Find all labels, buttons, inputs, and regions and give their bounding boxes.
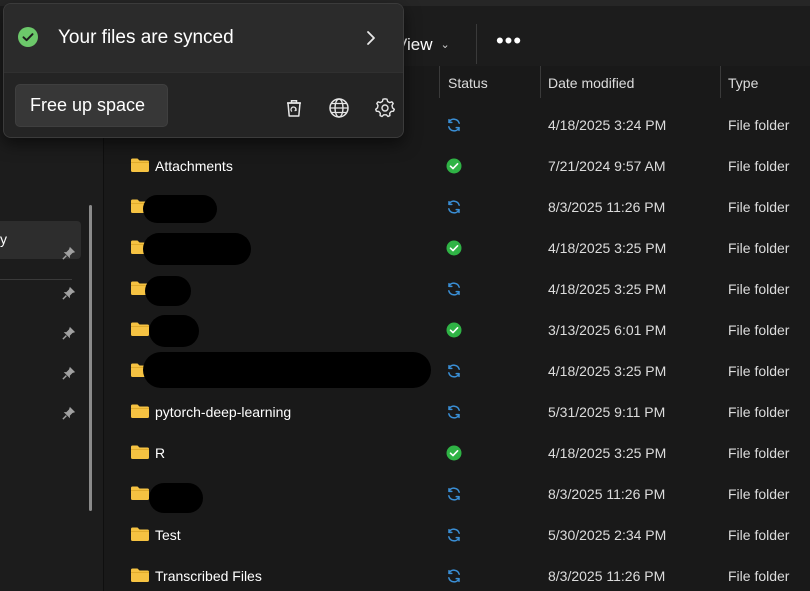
navigation-pane: y	[0, 66, 104, 591]
table-row[interactable]: 3/13/2025 6:01 PM File folder	[105, 309, 810, 350]
file-type: File folder	[728, 445, 790, 461]
file-type: File folder	[728, 117, 790, 133]
file-list: Status Date modified Type 4/18/2025 3:24…	[105, 66, 810, 591]
sync-pending-icon	[446, 527, 462, 543]
toolbar-separator	[476, 24, 477, 64]
file-type: File folder	[728, 199, 790, 215]
synced-check-icon	[446, 445, 462, 461]
date-modified: 4/18/2025 3:24 PM	[548, 117, 667, 133]
redaction-mark	[149, 483, 203, 513]
chevron-right-icon[interactable]	[362, 28, 380, 48]
more-options-button[interactable]: •••	[494, 30, 524, 58]
date-modified: 8/3/2025 11:26 PM	[548, 199, 666, 215]
file-type: File folder	[728, 363, 790, 379]
sync-pending-icon	[446, 363, 462, 379]
sync-pending-icon	[446, 568, 462, 584]
date-modified: 4/18/2025 3:25 PM	[548, 445, 667, 461]
recycle-bin-icon[interactable]	[283, 97, 305, 119]
sidebar-divider	[0, 279, 72, 280]
table-row[interactable]: 4/18/2025 3:25 PM File folder	[105, 350, 810, 391]
file-name: Attachments	[155, 158, 233, 174]
pin-icon[interactable]	[62, 326, 78, 342]
folder-icon	[130, 444, 150, 463]
file-type: File folder	[728, 281, 790, 297]
sync-pending-icon	[446, 404, 462, 420]
sync-pending-icon	[446, 486, 462, 502]
chevron-down-icon: ⌄	[440, 38, 450, 51]
redaction-mark	[143, 233, 251, 265]
check-circle-icon	[18, 27, 38, 47]
sidebar-item-label: y	[0, 231, 7, 247]
file-type: File folder	[728, 240, 790, 256]
folder-icon	[130, 321, 150, 340]
synced-check-icon	[446, 322, 462, 338]
file-type: File folder	[728, 486, 790, 502]
folder-icon	[130, 157, 150, 176]
pin-icon[interactable]	[62, 406, 78, 422]
pin-icon[interactable]	[62, 286, 78, 302]
table-row[interactable]: Attachments 7/21/2024 9:57 AM File folder	[105, 145, 810, 186]
redaction-mark	[149, 315, 199, 347]
table-row[interactable]: Transcribed Files 8/3/2025 11:26 PM File f…	[105, 555, 810, 591]
redaction-mark	[143, 195, 217, 223]
synced-check-icon	[446, 158, 462, 174]
flyout-actions: Free up space	[4, 72, 403, 137]
file-name: Test	[155, 527, 181, 543]
table-row[interactable]: Test 5/30/2025 2:34 PM File folder	[105, 514, 810, 555]
free-up-space-button[interactable]: Free up space	[15, 84, 168, 127]
date-modified: 4/18/2025 3:25 PM	[548, 281, 667, 297]
file-name: R	[155, 445, 166, 461]
redaction-mark	[143, 352, 431, 388]
view-menu-button[interactable]: View ⌄	[396, 30, 450, 60]
table-row[interactable]: 8/3/2025 11:26 PM File folder	[105, 186, 810, 227]
file-name: pytorch-deep-learning	[155, 404, 292, 420]
column-divider[interactable]	[540, 66, 541, 98]
date-modified: 8/3/2025 11:26 PM	[548, 486, 666, 502]
column-header-status[interactable]: Status	[448, 66, 488, 99]
file-type: File folder	[728, 322, 790, 338]
file-type: File folder	[728, 527, 790, 543]
column-header-type[interactable]: Type	[728, 66, 758, 99]
folder-icon	[130, 403, 150, 422]
sync-pending-icon	[446, 199, 462, 215]
sync-pending-icon	[446, 281, 462, 297]
date-modified: 8/3/2025 11:26 PM	[548, 568, 666, 584]
file-type: File folder	[728, 404, 790, 420]
sync-status-header[interactable]: Your files are synced	[4, 4, 403, 72]
file-type: File folder	[728, 568, 790, 584]
pin-icon[interactable]	[62, 246, 78, 262]
table-row[interactable]: 8/3/2025 11:26 PM File folder	[105, 473, 810, 514]
folder-icon	[130, 485, 150, 504]
column-header-date-modified[interactable]: Date modified	[548, 66, 634, 99]
sync-status-title: Your files are synced	[58, 27, 234, 48]
file-type: File folder	[728, 158, 790, 174]
date-modified: 7/21/2024 9:57 AM	[548, 158, 666, 174]
folder-icon	[130, 567, 150, 586]
date-modified: 3/13/2025 6:01 PM	[548, 322, 667, 338]
date-modified: 5/30/2025 2:34 PM	[548, 527, 667, 543]
onedrive-sync-flyout: Your files are synced Free up space	[3, 3, 404, 138]
date-modified: 4/18/2025 3:25 PM	[548, 363, 667, 379]
globe-icon[interactable]	[328, 97, 350, 119]
table-row[interactable]: 4/18/2025 3:25 PM File folder	[105, 268, 810, 309]
file-name: Transcribed Files	[155, 568, 262, 584]
redaction-mark	[145, 276, 191, 306]
sync-pending-icon	[446, 117, 462, 133]
column-divider[interactable]	[439, 66, 440, 98]
column-divider[interactable]	[720, 66, 721, 98]
table-row[interactable]: .github.io4/18/2025 3:25 PMFile folder	[105, 227, 810, 268]
pin-icon[interactable]	[62, 366, 78, 382]
table-row[interactable]: pytorch-deep-learning 5/31/2025 9:11 PM Fi…	[105, 391, 810, 432]
gear-icon[interactable]	[374, 97, 396, 119]
sidebar-scrollbar[interactable]	[89, 205, 92, 511]
synced-check-icon	[446, 240, 462, 256]
folder-icon	[130, 526, 150, 545]
date-modified: 4/18/2025 3:25 PM	[548, 240, 667, 256]
date-modified: 5/31/2025 9:11 PM	[548, 404, 666, 420]
table-row[interactable]: R 4/18/2025 3:25 PM File folder	[105, 432, 810, 473]
